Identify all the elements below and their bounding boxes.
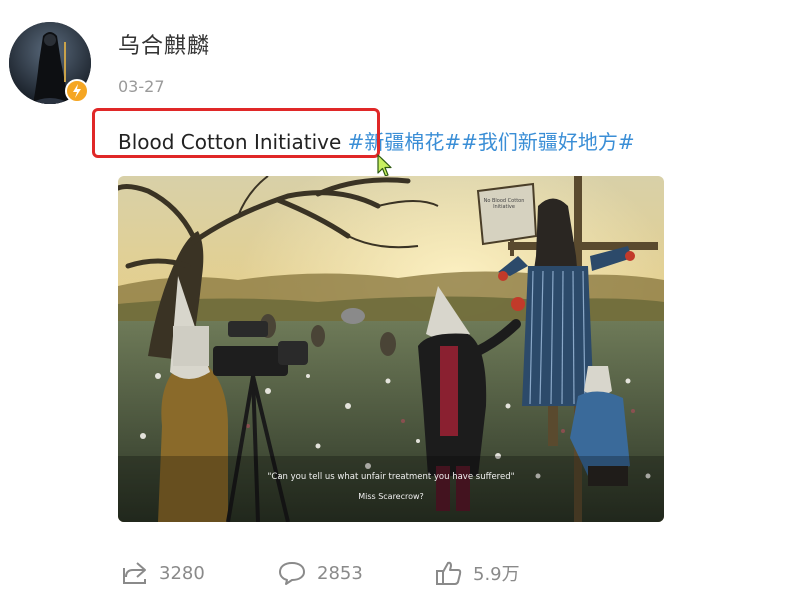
- image-sign-text: No Blood Cotton Initiative: [483, 198, 525, 210]
- comment-icon: [277, 560, 307, 586]
- thumbs-up-icon: [435, 560, 463, 586]
- image-caption-line2: Miss Scarecrow?: [358, 492, 424, 501]
- post-image[interactable]: No Blood Cotton Initiative "Can you tell…: [118, 176, 664, 522]
- repost-count: 3280: [159, 562, 205, 584]
- verified-badge-icon: [65, 79, 89, 103]
- share-icon: [121, 560, 149, 586]
- repost-button[interactable]: 3280: [121, 560, 205, 586]
- hashtag-link[interactable]: #新疆棉花##我们新疆好地方#: [348, 130, 635, 154]
- comment-count: 2853: [317, 562, 363, 584]
- like-count: 5.9万: [473, 564, 520, 585]
- username[interactable]: 乌合麒麟: [118, 28, 210, 60]
- post-date[interactable]: 03-27: [118, 77, 165, 96]
- like-button[interactable]: 5.9万: [435, 560, 520, 586]
- comment-button[interactable]: 2853: [277, 560, 363, 586]
- image-caption-line1: "Can you tell us what unfair treatment y…: [267, 472, 515, 482]
- red-highlight-box: [92, 108, 380, 158]
- post-actions-bar: 3280 2853 5.9万: [0, 560, 808, 590]
